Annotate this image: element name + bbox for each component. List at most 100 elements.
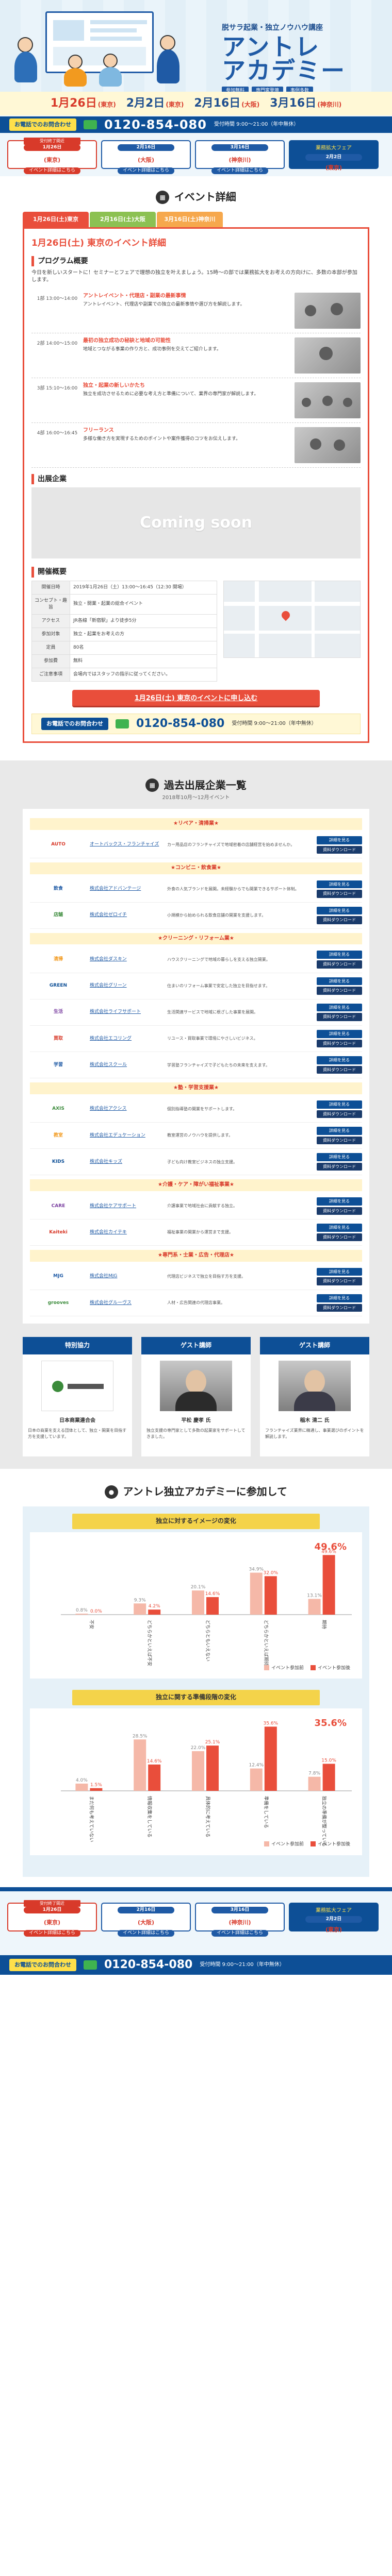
date-button-kanagawa-0316[interactable]: 3月16日 (神奈川) イベント詳細はこちら xyxy=(195,140,285,175)
download-button[interactable]: 資料ダウンロード xyxy=(317,890,362,898)
data-label: 12.4% xyxy=(249,1762,264,1768)
detail-button[interactable]: 詳細を見る xyxy=(317,1267,362,1276)
tel-label: お電話でのお問合わせ xyxy=(9,1958,76,1971)
detail-button[interactable]: 詳細を見る xyxy=(317,1294,362,1302)
past-title: 過去出展企業一覧 xyxy=(164,778,247,791)
legend-label: イベント参加前 xyxy=(271,1841,304,1847)
calendar-icon: ▦ xyxy=(156,190,170,204)
map-pin-icon xyxy=(280,609,292,621)
detail-button[interactable]: 詳細を見る xyxy=(317,1100,362,1109)
footer-date-button-tokyo-0126[interactable]: 受付終了間近 1月26日 (東京) イベント詳細はこちら xyxy=(7,1900,97,1937)
download-button[interactable]: 資料ダウンロード xyxy=(317,1039,362,1048)
past-exhibitor-list: ★リペア・清掃業★ AUTO オートバックス・フランチャイズ カー用品店のフランチャイ… xyxy=(23,809,369,1324)
download-button[interactable]: 資料ダウンロード xyxy=(317,1233,362,1242)
download-button[interactable]: 資料ダウンロード xyxy=(317,1303,362,1312)
download-button[interactable]: 資料ダウンロード xyxy=(317,1110,362,1118)
download-button[interactable]: 資料ダウンロード xyxy=(317,1162,362,1171)
exhibitor-name-link[interactable]: 株式会社アドバンテージ xyxy=(87,886,164,892)
tab-kanagawa[interactable]: 3月16日(土)神奈川 xyxy=(157,212,223,227)
bar xyxy=(206,1745,219,1791)
exhibitor-row: 生活 株式会社ライフサポート 生活関連サービスで地域に根ざした事業を展開。 詳細を見る… xyxy=(30,999,362,1026)
exhibitor-name-link[interactable]: 株式会社キッズ xyxy=(87,1159,164,1165)
venue-map[interactable] xyxy=(223,580,361,658)
exhibitor-name-link[interactable]: 株式会社グルーヴス xyxy=(87,1300,164,1307)
hero-date: 3月16日 (神奈川) xyxy=(270,97,342,110)
exhibitor-name-link[interactable]: 株式会社エデュケーション xyxy=(87,1132,164,1139)
legend-swatch xyxy=(311,1841,316,1846)
exhibitor-name-link[interactable]: 株式会社スクール xyxy=(87,1062,164,1069)
detail-button[interactable]: 詳細を見る xyxy=(317,836,362,844)
exhibitor-name-link[interactable]: 株式会社ダスキン xyxy=(87,956,164,963)
detail-button[interactable]: 詳細を見る xyxy=(317,977,362,986)
download-button[interactable]: 資料ダウンロード xyxy=(317,1136,362,1145)
tel-number-link[interactable]: 0120-854-080 xyxy=(136,716,224,732)
exhibitor-name-link[interactable]: 株式会社ゼロイチ xyxy=(87,912,164,919)
exhibitor-name-link[interactable]: 株式会社アクシス xyxy=(87,1106,164,1112)
program-head: 独立・起業の新しいかたち xyxy=(83,382,145,388)
date-button-tokyo-0126[interactable]: 受付終了間近 1月26日 (東京) イベント詳細はこちら xyxy=(7,138,97,175)
download-button[interactable]: 資料ダウンロード xyxy=(317,987,362,995)
download-button[interactable]: 資料ダウンロード xyxy=(317,1013,362,1022)
exhibitor-name-link[interactable]: 株式会社グリーン xyxy=(87,982,164,989)
exhibitor-row: grooves 株式会社グルーヴス 人材・広告関連の代理店事業。 詳細を見る 資料ダウン… xyxy=(30,1290,362,1317)
download-button[interactable]: 資料ダウンロード xyxy=(317,845,362,854)
data-label: 13.1% xyxy=(307,1593,322,1598)
detail-button[interactable]: 詳細を見る xyxy=(317,1127,362,1135)
chart-title: 独立に関する準備段階の変化 xyxy=(72,1690,320,1705)
detail-button[interactable]: 詳細を見る xyxy=(317,1056,362,1064)
data-label: 15.0% xyxy=(321,1758,336,1763)
exhibitor-logo: 買取 xyxy=(53,1036,63,1041)
exhibitor-row: 店舗 株式会社ゼロイチ 小規模から始められる飲食店舗の開業を支援します。 詳細を見る資… xyxy=(30,903,362,929)
detail-button[interactable]: 詳細を見る xyxy=(317,1003,362,1012)
bar xyxy=(192,1590,204,1615)
footer-date-button-kanagawa-0316[interactable]: 3月16日 (神奈川) イベント詳細はこちら xyxy=(195,1902,285,1937)
program-time: 2部 14:00〜15:00 xyxy=(37,341,78,346)
detail-button[interactable]: 詳細を見る xyxy=(317,1153,362,1161)
footer-tel-bar: お電話でのお問合わせ 0120-854-080 受付時間 9:00〜21:00（… xyxy=(0,1955,392,1975)
detail-button[interactable]: 詳細を見る xyxy=(317,906,362,915)
detail-button[interactable]: 詳細を見る xyxy=(317,1197,362,1206)
program-time: 3部 15:10〜16:00 xyxy=(37,385,78,391)
detail-button[interactable]: 詳細を見る xyxy=(317,880,362,889)
download-button[interactable]: 資料ダウンロード xyxy=(317,916,362,924)
apply-tokyo-button[interactable]: 1月26日(土) 東京のイベントに申し込む xyxy=(72,689,320,707)
tel-number-link[interactable]: 0120-854-080 xyxy=(104,116,207,133)
speaker-text: フランチャイズ業界に精通し、事業選びのポイントを解説します。 xyxy=(265,1428,364,1439)
tab-osaka[interactable]: 2月16日(土)大阪 xyxy=(90,212,156,227)
exhibitor-description: 外食の人気ブランドを展開。未経験からでも開業できるサポート体制。 xyxy=(167,886,299,891)
detail-button[interactable]: 詳細を見る xyxy=(317,951,362,959)
exhibitor-name-link[interactable]: 株式会社ケアサポート xyxy=(87,1203,164,1210)
detail-button[interactable]: 詳細を見る xyxy=(317,1030,362,1038)
exhibitor-description: 介護事業で地域社会に貢献する独立。 xyxy=(167,1204,237,1209)
date-button-osaka-0216[interactable]: 2月16日 (大阪) イベント詳細はこちら xyxy=(101,140,191,175)
preparation-change-chart: 4.0%1.5% まだ何も考えていない 28.5% 14.6% 情報収集をしている 22.… xyxy=(61,1718,352,1847)
exhibitor-name-link[interactable]: 株式会社ライフサポート xyxy=(87,1009,164,1015)
table-row: アクセス JR各線「新宿駅」より徒歩5分 xyxy=(31,614,217,628)
footer-date-button-osaka-0216[interactable]: 2月16日 (大阪) イベント詳細はこちら xyxy=(101,1902,191,1937)
coming-soon-placeholder: Coming soon xyxy=(31,487,361,559)
exhibitor-name-link[interactable]: 株式会社カイテキ xyxy=(87,1229,164,1236)
exhibitor-description: 住まいのリフォーム事業で安定した独立を目指せます。 xyxy=(167,983,270,988)
data-label: 25.1% xyxy=(205,1740,220,1745)
footer-date-button-fair-0202[interactable]: 業務拡大フェア 2月2日 (東京) xyxy=(289,1902,379,1933)
exhibitor-name-link[interactable]: オートバックス・フランチャイズ xyxy=(87,841,164,848)
exhibitor-row: 清掃 株式会社ダスキン ハウスクリーニングで地域の暮らしを支える独立開業。 詳細を見る… xyxy=(30,946,362,973)
download-button[interactable]: 資料ダウンロード xyxy=(317,1065,362,1074)
exhibitors-heading: 出展企業 xyxy=(31,473,361,485)
exhibitor-row: 学習 株式会社スクール 学習塾フランチャイズで子どもたちの未来を支えます。 詳細を見る… xyxy=(30,1052,362,1079)
exhibitor-description: 個別指導塾の開業をサポートします。 xyxy=(167,1107,237,1112)
detail-button[interactable]: 詳細を見る xyxy=(317,1224,362,1232)
exhibitor-row: 買取 株式会社エコリング リユース・買取事業で環境にやさしいビジネス。 詳細を見る 資料… xyxy=(30,1026,362,1053)
download-button[interactable]: 資料ダウンロード xyxy=(317,1207,362,1215)
tel-label: お電話でのお問合わせ xyxy=(9,118,76,131)
download-button[interactable]: 資料ダウンロード xyxy=(317,960,362,969)
tab-tokyo[interactable]: 1月26日(土)東京 xyxy=(23,212,89,227)
date-button-fair-0202[interactable]: 業務拡大フェア 2月2日 (東京) xyxy=(289,140,379,171)
speaker-card: ゲスト講師 稲木 清二 氏 フランチャイズ業界に精通し、事業選びのポイントを解説… xyxy=(260,1337,369,1457)
download-button[interactable]: 資料ダウンロード xyxy=(317,1277,362,1286)
exhibitor-name-link[interactable]: 株式会社MJG xyxy=(87,1273,164,1280)
past-subtitle: 2018年10月〜12月イベント xyxy=(162,794,230,801)
tel-number-link[interactable]: 0120-854-080 xyxy=(104,1957,192,1973)
exhibitor-name-link[interactable]: 株式会社エコリング xyxy=(87,1036,164,1042)
exhibitor-logo: 清掃 xyxy=(53,957,63,962)
